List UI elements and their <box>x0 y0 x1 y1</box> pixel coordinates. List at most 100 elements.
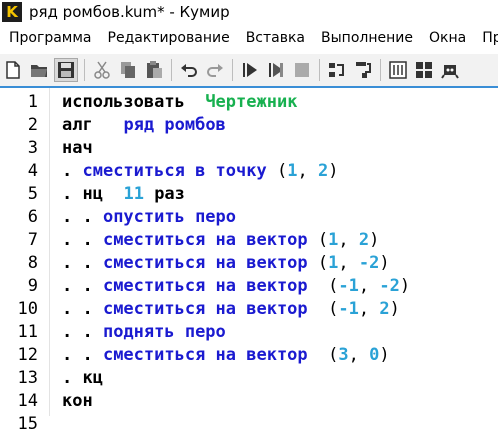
indent-dots: . . <box>62 253 103 273</box>
token-nm: сместиться на вектор <box>102 345 308 365</box>
save-button[interactable] <box>54 58 78 82</box>
token-num: 2 <box>358 230 370 250</box>
toolbar-separator <box>84 59 85 81</box>
step-over-icon <box>329 63 344 77</box>
paste-button[interactable] <box>143 59 165 81</box>
code-text: . . сместиться на вектор (3, 0) <box>62 344 390 367</box>
copy-icon <box>121 62 135 78</box>
token-act: Чертежник <box>205 92 298 112</box>
code-text: . . сместиться на вектор (1, 2) <box>62 229 379 252</box>
cut-button[interactable] <box>91 59 113 81</box>
token-pn <box>93 115 124 135</box>
token-num: 3 <box>338 345 349 365</box>
menu-insert[interactable]: Вставка <box>238 30 313 46</box>
menu-edit[interactable]: Редактирование <box>100 30 238 46</box>
token-num: -2 <box>379 276 400 296</box>
ruler-icon <box>389 61 407 79</box>
run-button[interactable] <box>239 59 261 81</box>
menu-program[interactable]: Программа <box>0 30 100 46</box>
stop-button[interactable] <box>291 59 313 81</box>
indent-dots: . <box>62 368 83 388</box>
indent-dots: . <box>62 184 83 204</box>
stop-icon <box>295 63 309 77</box>
code-line[interactable]: 14 кон <box>0 390 498 413</box>
robot-icon <box>441 65 459 79</box>
token-pn: , <box>358 276 380 296</box>
token-num: -1 <box>338 299 359 319</box>
code-text: нач <box>62 137 93 160</box>
redo-button[interactable] <box>204 59 226 81</box>
code-line[interactable]: 11 . . поднять перо <box>0 321 498 344</box>
code-line[interactable]: 4 . сместиться в точку (1, 2) <box>0 160 498 183</box>
token-pn: , <box>297 161 318 181</box>
token-pn: ) <box>369 230 380 250</box>
line-number: 9 <box>27 276 38 296</box>
token-kw: раз <box>154 184 185 204</box>
open-file-button[interactable] <box>28 59 50 81</box>
line-number: 11 <box>17 322 38 342</box>
code-editor[interactable]: 1 использовать Чертежник 2 алг ряд ромбов 3 н… <box>0 86 498 434</box>
title-bar: K ряд ромбов.kum* - Кумир <box>0 0 498 24</box>
token-nm: сместиться на вектор <box>102 230 308 250</box>
paste-icon <box>147 61 162 78</box>
indent-dots: . . <box>62 322 103 342</box>
undo-button[interactable] <box>178 59 200 81</box>
code-text: использовать Чертежник <box>62 91 297 114</box>
menu-run[interactable]: Выполнение <box>313 30 421 46</box>
token-num: 2 <box>317 161 329 181</box>
code-line[interactable]: 5. нц 11 раз <box>0 183 498 206</box>
menu-windows[interactable]: Окна <box>421 30 474 46</box>
token-pn: , <box>358 299 380 319</box>
new-file-icon <box>6 61 20 79</box>
code-line[interactable]: 3 нач <box>0 137 498 160</box>
code-line[interactable]: 13. кц <box>0 367 498 390</box>
step-into-button[interactable] <box>352 59 374 81</box>
code-line[interactable]: 9 . . сместиться на вектор (-1, -2) <box>0 275 498 298</box>
code-line[interactable]: 6 . . опустить перо <box>0 206 498 229</box>
token-pn: ( <box>266 161 288 181</box>
new-file-button[interactable] <box>2 59 24 81</box>
line-number: 12 <box>17 345 38 365</box>
token-pn: , <box>338 230 359 250</box>
token-num: 0 <box>369 345 380 365</box>
menu-help[interactable]: Прав <box>474 30 498 46</box>
token-kw: нач <box>62 138 93 158</box>
token-num: 2 <box>379 299 390 319</box>
token-pn: , <box>348 345 370 365</box>
code-line[interactable]: 8 . . сместиться на вектор (1, -2) <box>0 252 498 275</box>
token-pn: ) <box>328 161 339 181</box>
code-line[interactable]: 2 алг ряд ромбов <box>0 114 498 137</box>
line-number: 7 <box>27 230 38 250</box>
code-line[interactable]: 1 использовать Чертежник <box>0 91 498 114</box>
code-line[interactable]: 10 . . сместиться на вектор (-1, 2) <box>0 298 498 321</box>
code-line[interactable]: 7 . . сместиться на вектор (1, 2) <box>0 229 498 252</box>
token-kw: алг <box>62 115 93 135</box>
indent-dots: . . <box>62 276 103 296</box>
copy-button[interactable] <box>117 59 139 81</box>
token-pn: ) <box>389 299 400 319</box>
token-pn <box>144 184 154 204</box>
ruler-button[interactable] <box>387 59 409 81</box>
indent-dots: . . <box>62 345 103 365</box>
token-num: -2 <box>358 253 380 273</box>
token-pn: ( <box>307 345 339 365</box>
step-over-button[interactable] <box>326 59 348 81</box>
run-step-button[interactable] <box>265 59 287 81</box>
code-text: . . опустить перо <box>62 206 236 229</box>
menu-bar: Программа Редактирование Вставка Выполне… <box>0 26 498 50</box>
token-pn: ( <box>307 253 329 273</box>
token-pn: , <box>338 253 359 273</box>
code-text: . сместиться в точку (1, 2) <box>62 160 338 183</box>
grid-button[interactable] <box>413 59 435 81</box>
code-line[interactable]: 15 <box>0 413 498 436</box>
grid-icon <box>416 62 432 78</box>
toolbar-separator <box>319 59 320 81</box>
token-pn: ) <box>399 276 411 296</box>
line-number: 4 <box>27 161 38 181</box>
token-kw: кц <box>82 368 103 388</box>
code-line[interactable]: 12 . . сместиться на вектор (3, 0) <box>0 344 498 367</box>
save-icon <box>58 62 74 78</box>
robot-button[interactable] <box>439 59 461 81</box>
token-nm: ряд ромбов <box>123 115 226 135</box>
step-into-icon <box>356 62 371 78</box>
